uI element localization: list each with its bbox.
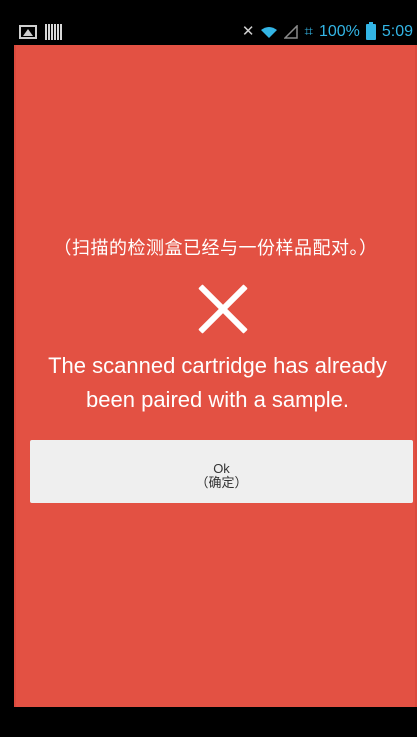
image-icon	[19, 24, 37, 39]
network-icon: ⌗	[304, 23, 313, 40]
wifi-icon	[261, 26, 278, 38]
english-error-message-line-1: The scanned cartridge has already	[48, 353, 387, 378]
battery-icon	[365, 21, 376, 40]
english-error-message: The scanned cartridge has already been p…	[34, 349, 401, 417]
error-dialog: （扫描的检测盒已经与一份样品配对。） The scanned cartridge…	[14, 45, 417, 707]
close-icon	[194, 281, 250, 337]
clock: 5:09	[381, 22, 413, 40]
status-bar: ✕ ⌗ 100% 5:09	[14, 18, 417, 45]
ok-button-chinese-label: （确定）	[195, 475, 248, 490]
ok-button-label: Ok	[213, 461, 230, 476]
mute-icon: ✕	[241, 23, 255, 40]
ok-button[interactable]: Ok （确定）	[30, 440, 413, 503]
status-bar-left	[14, 23, 63, 40]
status-bar-right: ✕ ⌗ 100% 5:09	[241, 21, 417, 41]
chinese-error-message: （扫描的检测盒已经与一份样品配对。）	[53, 238, 378, 259]
english-error-message-line-2: been paired with a sample.	[86, 387, 349, 412]
signal-icon	[284, 24, 299, 39]
phone-screen: ✕ ⌗ 100% 5:09 （扫描的检测盒已经与一份样品配对。） The sca…	[0, 0, 417, 737]
battery-percent: 100%	[318, 22, 360, 40]
barcode-icon	[45, 23, 63, 40]
